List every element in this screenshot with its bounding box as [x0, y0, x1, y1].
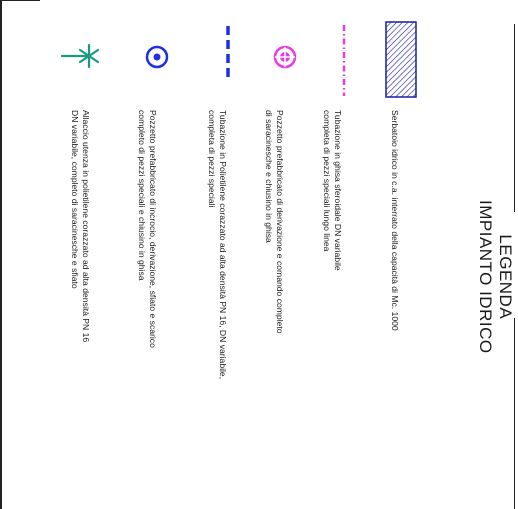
legend-entry-2-text: Tubazione in ghisa sferoidale DN variabi… — [322, 110, 343, 271]
blue-double-circle-icon — [145, 45, 169, 69]
legend-entry-5-text: Pozzetto prefabbricato di incrocio, deri… — [137, 110, 158, 348]
legend-sheet: LEGENDA IMPIANTO IDRICO Serbatoio idrico… — [0, 0, 518, 509]
legend-entry-1-text: Serbatoio idrico in c.a. interrato della… — [390, 110, 400, 331]
legend-entry-4-text: Tubazione in Polietilene corazzato ad al… — [207, 110, 228, 380]
legend-entry-3-text: Pozzetto prefabbricato di derivazione e … — [264, 110, 285, 334]
teal-asterisk-connector-icon — [60, 43, 100, 69]
magenta-circle-cross-icon — [273, 45, 297, 69]
legend-entry-6-text: Allaccio utenza in polietilene corazzato… — [70, 110, 91, 343]
hatched-rectangle-icon — [385, 21, 417, 98]
